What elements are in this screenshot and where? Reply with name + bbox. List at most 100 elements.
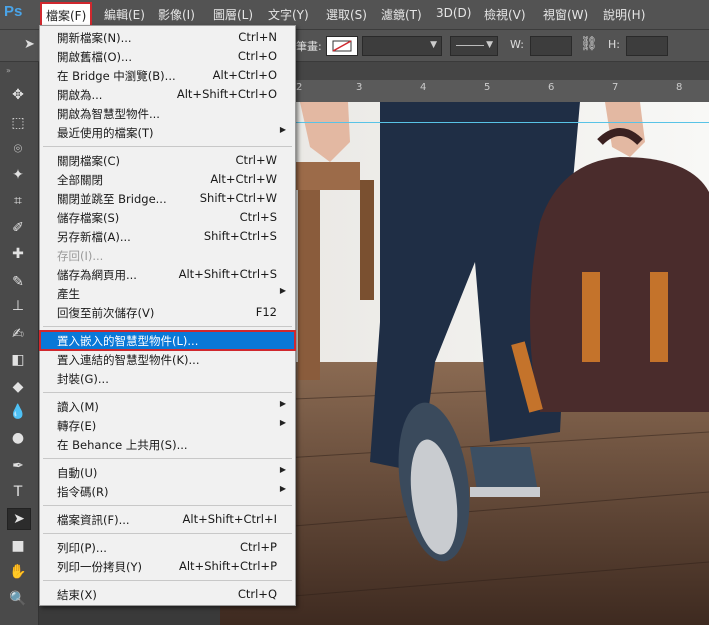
menu-item-shortcut: Ctrl+O: [237, 49, 277, 63]
menu-window[interactable]: 視窗(W): [543, 6, 588, 23]
menu-item-label: 產生: [57, 287, 80, 301]
stroke-none-icon: [332, 40, 352, 52]
move-tool-icon[interactable]: ✥: [7, 85, 29, 105]
file-menu-item[interactable]: 全部關閉 Alt+Ctrl+W: [40, 170, 295, 189]
submenu-arrow-icon: ▶: [279, 125, 286, 134]
zoom-tool-icon[interactable]: 🔍: [7, 589, 29, 609]
brush-tool-icon[interactable]: ✎: [7, 272, 29, 292]
stroke-width-select[interactable]: ▼: [362, 36, 442, 56]
menu-separator: [43, 392, 292, 393]
menu-layer[interactable]: 圖層(L): [213, 6, 253, 23]
file-menu-item[interactable]: 開啟舊檔(O)... Ctrl+O: [40, 47, 295, 66]
menu-item-label: 回復至前次儲存(V): [57, 306, 155, 320]
magic-wand-tool-icon[interactable]: ✦: [7, 165, 29, 185]
link-icon[interactable]: ⛓: [580, 36, 598, 52]
menu-item-shortcut: Alt+Ctrl+W: [210, 172, 277, 186]
file-menu-item[interactable]: 讀入(M) ▶: [40, 397, 295, 416]
menu-filter[interactable]: 濾鏡(T): [381, 6, 422, 23]
menu-3d[interactable]: 3D(D): [436, 6, 471, 20]
eraser-tool-icon[interactable]: ◧: [7, 350, 29, 370]
blur-tool-icon[interactable]: 💧: [7, 402, 29, 422]
ruler-number: 3: [356, 82, 363, 93]
history-brush-tool-icon[interactable]: ✍: [7, 324, 29, 344]
file-menu-item[interactable]: 在 Bridge 中瀏覽(B)... Alt+Ctrl+O: [40, 66, 295, 85]
dodge-tool-icon[interactable]: ●: [7, 428, 29, 448]
file-menu-item[interactable]: 置入嵌入的智慧型物件(L)...: [39, 330, 296, 351]
pen-tool-icon[interactable]: ✒: [7, 456, 29, 476]
menu-item-label: 在 Behance 上共用(S)...: [57, 438, 188, 452]
ruler-number: 6: [548, 82, 555, 93]
file-menu-item[interactable]: 列印一份拷貝(Y) Alt+Shift+Ctrl+P: [40, 557, 295, 576]
menu-separator: [43, 458, 292, 459]
menu-item-label: 開新檔案(N)...: [57, 31, 132, 45]
menu-view[interactable]: 檢視(V): [484, 6, 526, 23]
file-menu-item[interactable]: 開啟為智慧型物件...: [40, 104, 295, 123]
move-arrow-icon: ➤: [24, 37, 35, 52]
hand-tool-icon[interactable]: ✋: [7, 562, 29, 582]
file-menu-item[interactable]: 產生 ▶: [40, 284, 295, 303]
menu-item-shortcut: F12: [255, 305, 277, 319]
file-menu-item[interactable]: 關閉並跳至 Bridge... Shift+Ctrl+W: [40, 189, 295, 208]
file-menu-item[interactable]: 封裝(G)...: [40, 369, 295, 388]
stroke-type-select[interactable]: ▼: [450, 36, 498, 56]
menu-item-shortcut: Ctrl+W: [235, 153, 277, 167]
menu-separator: [43, 505, 292, 506]
file-menu-item[interactable]: 最近使用的檔案(T) ▶: [40, 123, 295, 142]
menu-help[interactable]: 說明(H): [603, 6, 645, 23]
menu-separator: [43, 326, 292, 327]
menu-item-shortcut: Shift+Ctrl+S: [203, 229, 277, 243]
healing-brush-tool-icon[interactable]: ✚: [7, 244, 29, 264]
grip-icon[interactable]: »: [6, 66, 12, 75]
menu-item-shortcut: Alt+Ctrl+O: [212, 68, 277, 82]
type-tool-icon[interactable]: T: [7, 482, 29, 502]
file-menu-item[interactable]: 關閉檔案(C) Ctrl+W: [40, 151, 295, 170]
chevron-down-icon: ▼: [486, 40, 493, 50]
file-menu-item[interactable]: 列印(P)... Ctrl+P: [40, 538, 295, 557]
menu-item-label: 檔案資訊(F)...: [57, 513, 130, 527]
file-menu-item[interactable]: 結束(X) Ctrl+Q: [40, 585, 295, 604]
rectangle-tool-icon[interactable]: ■: [7, 536, 29, 556]
file-menu-dropdown: 開新檔案(N)... Ctrl+N 開啟舊檔(O)... Ctrl+O 在 Bridge…: [39, 25, 296, 606]
file-menu-item[interactable]: 置入連結的智慧型物件(K)...: [40, 350, 295, 369]
menu-edit[interactable]: 編輯(E): [104, 6, 145, 23]
paint-bucket-tool-icon[interactable]: ◆: [7, 377, 29, 397]
menu-item-label: 開啟舊檔(O)...: [57, 50, 132, 64]
menu-select[interactable]: 選取(S): [326, 6, 367, 23]
file-menu-item[interactable]: 開啟為... Alt+Shift+Ctrl+O: [40, 85, 295, 104]
file-menu-item[interactable]: 回復至前次儲存(V) F12: [40, 303, 295, 322]
menu-item-label: 儲存為網頁用...: [57, 268, 137, 282]
file-menu-item[interactable]: 檔案資訊(F)... Alt+Shift+Ctrl+I: [40, 510, 295, 529]
menu-item-label: 存回(I)...: [57, 249, 104, 263]
path-selection-tool-icon[interactable]: ➤: [7, 508, 31, 530]
menu-item-label: 列印(P)...: [57, 541, 107, 555]
file-menu-item[interactable]: 儲存為網頁用... Alt+Shift+Ctrl+S: [40, 265, 295, 284]
menu-item-label: 轉存(E): [57, 419, 97, 433]
menu-item-label: 結束(X): [57, 588, 97, 602]
stroke-swatch[interactable]: [326, 36, 358, 56]
file-menu-item[interactable]: 自動(U) ▶: [40, 463, 295, 482]
submenu-arrow-icon: ▶: [279, 286, 286, 295]
clone-stamp-tool-icon[interactable]: ⊥: [7, 296, 29, 316]
menu-item-label: 另存新檔(A)...: [57, 230, 131, 244]
ruler-number: 5: [484, 82, 491, 93]
height-input[interactable]: [626, 36, 668, 56]
file-menu-item[interactable]: 儲存檔案(S) Ctrl+S: [40, 208, 295, 227]
file-menu-item: 存回(I)...: [40, 246, 295, 265]
file-menu-item[interactable]: 指令碼(R) ▶: [40, 482, 295, 501]
file-menu-item[interactable]: 轉存(E) ▶: [40, 416, 295, 435]
menu-separator: [43, 533, 292, 534]
file-menu-item[interactable]: 另存新檔(A)... Shift+Ctrl+S: [40, 227, 295, 246]
lasso-tool-icon[interactable]: ⌾: [7, 139, 29, 159]
menu-image[interactable]: 影像(I): [158, 6, 195, 23]
ruler-number: 4: [420, 82, 427, 93]
chevron-down-icon: ▼: [430, 40, 437, 50]
crop-tool-icon[interactable]: ⌗: [7, 191, 29, 211]
menu-item-label: 最近使用的檔案(T): [57, 126, 154, 140]
width-input[interactable]: [530, 36, 572, 56]
menu-type[interactable]: 文字(Y): [268, 6, 309, 23]
eyedropper-tool-icon[interactable]: ✐: [7, 218, 29, 238]
file-menu-item[interactable]: 在 Behance 上共用(S)...: [40, 435, 295, 454]
menu-item-label: 全部關閉: [57, 173, 103, 187]
file-menu-item[interactable]: 開新檔案(N)... Ctrl+N: [40, 28, 295, 47]
marquee-tool-icon[interactable]: ⬚: [7, 113, 29, 133]
